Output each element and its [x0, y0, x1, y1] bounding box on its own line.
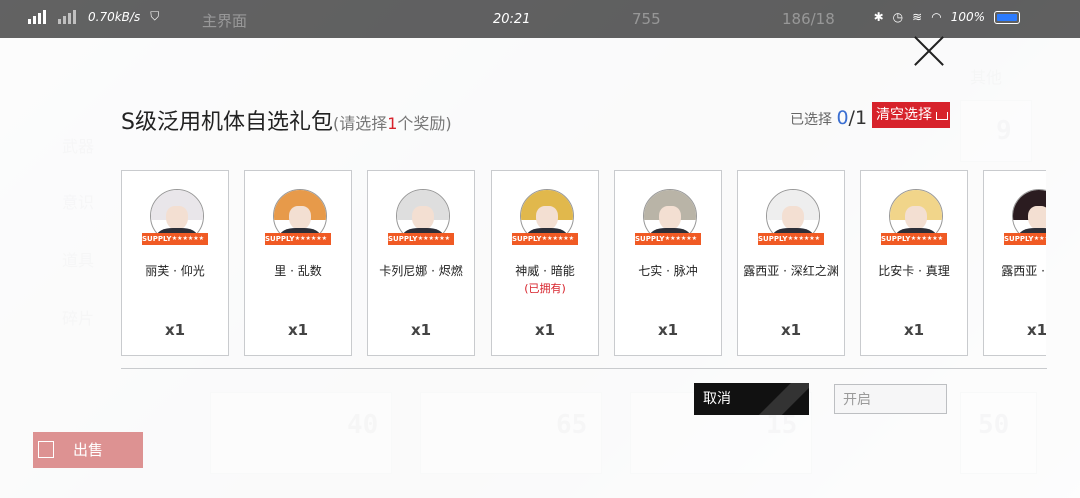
rank-stars: ★★★★★★	[541, 235, 574, 242]
character-name: 比安卡 · 真理	[878, 264, 950, 278]
clear-selection-button[interactable]: 清空选择	[872, 102, 950, 128]
character-name: 神威 · 暗能	[515, 264, 575, 278]
character-name: 里 · 乱数	[274, 264, 322, 278]
reward-quantity: x1	[780, 321, 802, 339]
sell-icon	[38, 441, 54, 458]
reward-quantity: x1	[164, 321, 186, 339]
reward-quantity: x1	[410, 321, 432, 339]
avatar-face	[289, 206, 311, 230]
avatar-face	[782, 206, 804, 230]
open-button[interactable]: 开启	[834, 384, 947, 414]
wifi-icon: ◠	[931, 10, 942, 24]
character-name: 七实 · 脉冲	[638, 264, 698, 278]
reward-list[interactable]: SUPPLY ★★★★★★ 丽芙 · 仰光 x1 SUPPLY ★★★★★★ 里 · 乱数 x…	[121, 170, 1046, 358]
rank-stars: ★★★★★★	[1033, 235, 1046, 242]
network-speed: 0.70kB/s	[88, 9, 141, 24]
avatar-face	[905, 206, 927, 230]
reward-card[interactable]: SUPPLY ★★★★★★ 神威 · 暗能 (已拥有) x1	[491, 170, 599, 356]
rank-tag: SUPPLY	[635, 235, 665, 243]
rank-badge: SUPPLY★★★★★★	[758, 233, 824, 245]
rank-tag: SUPPLY	[265, 235, 295, 243]
sell-button[interactable]: 出售	[33, 432, 143, 468]
rank-badge: SUPPLY★★★★★★	[1004, 233, 1046, 245]
rank-badge: SUPPLY★★★★★★	[635, 233, 701, 245]
cell-signal-2-icon	[58, 9, 78, 24]
rank-stars: ★★★★★★	[171, 235, 204, 242]
reward-quantity: x1	[287, 321, 309, 339]
rank-tag: SUPPLY	[881, 235, 911, 243]
avatar-face	[166, 206, 188, 230]
currency-a: 755	[632, 10, 661, 28]
dialog-title: S级泛用机体自选礼包(请选择1个奖励)	[121, 104, 452, 136]
rank-tag: SUPPLY	[142, 235, 172, 243]
selected-max: /1	[848, 107, 868, 129]
pack-name: S级泛用机体自选礼包	[121, 110, 333, 135]
battery-percent: 100%	[950, 10, 985, 24]
shield-icon: ⛉	[150, 9, 160, 23]
rank-badge: SUPPLY★★★★★★	[265, 233, 331, 245]
bluetooth-icon: ✱	[873, 10, 884, 24]
trash-icon	[936, 112, 948, 120]
rank-badge: SUPPLY★★★★★★	[388, 233, 454, 245]
reward-card[interactable]: SUPPLY ★★★★★★ 丽芙 · 仰光 x1	[121, 170, 229, 356]
subtitle-suffix: 个奖励)	[397, 114, 452, 133]
character-name: 丽芙 · 仰光	[145, 264, 205, 278]
rank-stars: ★★★★★★	[910, 235, 943, 242]
rank-stars: ★★★★★★	[787, 235, 820, 242]
rank-badge: SUPPLY★★★★★★	[512, 233, 578, 245]
reward-card[interactable]: SUPPLY ★★★★★★ 里 · 乱数 x1	[244, 170, 352, 356]
reward-quantity: x1	[534, 321, 556, 339]
close-icon[interactable]	[912, 34, 946, 68]
clear-selection-label: 清空选择	[876, 107, 932, 123]
status-bar: 主界面 755 186/18 0.70kB/s ⛉ 20:21 ✱ ◷ ≋ ◠ …	[0, 0, 1080, 38]
subtitle-count: 1	[387, 114, 398, 133]
rank-stars: ★★★★★★	[417, 235, 450, 242]
reward-quantity: x1	[657, 321, 679, 339]
currency-b: 186/18	[782, 10, 835, 28]
sell-label: 出售	[73, 441, 104, 459]
divider	[121, 368, 1047, 369]
data-icon: ≋	[912, 10, 923, 24]
battery-icon	[994, 10, 1020, 24]
alarm-icon: ◷	[892, 10, 904, 24]
cell-signal-icon	[28, 9, 48, 24]
selection-counter: 已选择 0/1	[790, 107, 867, 129]
button-decoration	[749, 383, 809, 415]
open-label: 开启	[843, 392, 871, 408]
rank-stars: ★★★★★★	[294, 235, 327, 242]
reward-card[interactable]: SUPPLY ★★★★★★ 七实 · 脉冲 x1	[614, 170, 722, 356]
reward-card[interactable]: SUPPLY★★★★★★ 露西亚 · 鸦羽 x1	[983, 170, 1046, 356]
avatar-face	[1028, 206, 1046, 230]
reward-card[interactable]: SUPPLY ★★★★★★ 比安卡 · 真理 x1	[860, 170, 968, 356]
rank-tag: SUPPLY	[1004, 235, 1034, 243]
rank-tag: SUPPLY	[388, 235, 418, 243]
character-name: 露西亚 · 深红之渊	[743, 264, 839, 278]
selected-count: 0/1	[836, 107, 867, 129]
character-name: 露西亚 · 鸦羽	[1001, 264, 1046, 278]
character-name: 卡列尼娜 · 烬燃	[379, 264, 463, 278]
selected-current: 0	[836, 107, 849, 129]
reward-quantity: x1	[1026, 321, 1046, 339]
cancel-button[interactable]: 取消	[694, 383, 809, 415]
selected-label: 已选择	[790, 112, 832, 128]
subtitle-prefix: (请选择	[332, 114, 388, 133]
clock: 20:21	[493, 12, 531, 27]
rank-tag: SUPPLY	[512, 235, 542, 243]
rank-tag: SUPPLY	[758, 235, 788, 243]
rank-badge: SUPPLY★★★★★★	[142, 233, 208, 245]
reward-quantity: x1	[903, 321, 925, 339]
rank-stars: ★★★★★★	[664, 235, 697, 242]
owned-tag: (已拥有)	[524, 282, 566, 295]
rank-badge: SUPPLY★★★★★★	[881, 233, 947, 245]
dialog-subtitle: (请选择1个奖励)	[333, 114, 452, 133]
cancel-label: 取消	[703, 391, 731, 407]
reward-card[interactable]: SUPPLY ★★★★★★ 露西亚 · 深红之渊 x1	[737, 170, 845, 356]
header-title: 主界面	[202, 12, 248, 30]
avatar-face	[536, 206, 558, 230]
avatar-face	[412, 206, 434, 230]
avatar-face	[659, 206, 681, 230]
reward-card[interactable]: SUPPLY ★★★★★★ 卡列尼娜 · 烬燃 x1	[367, 170, 475, 356]
